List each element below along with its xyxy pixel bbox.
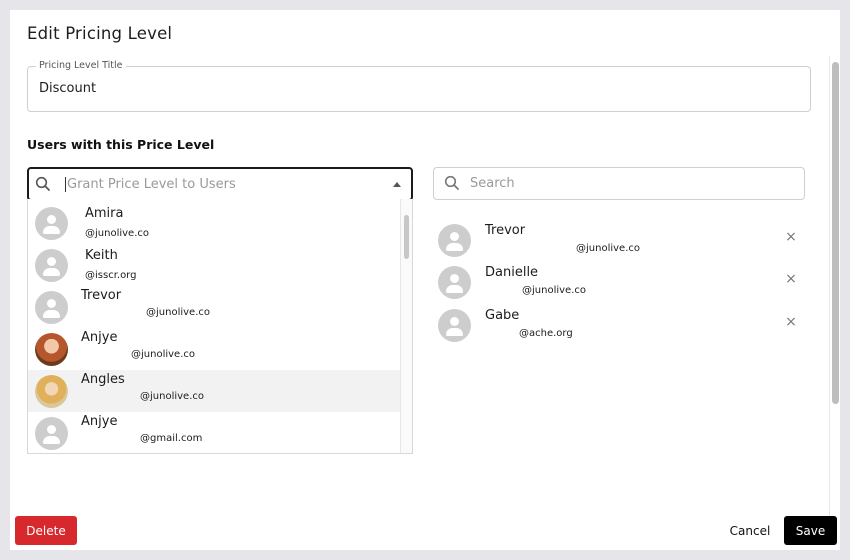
dropdown-scroll-thumb[interactable] [404,215,409,259]
dropdown-option[interactable]: Keith @isscr.org [28,244,401,286]
remove-user-close-icon[interactable]: × [784,271,798,287]
avatar-photo [35,375,68,408]
avatar-photo [35,333,68,366]
edit-pricing-level-modal: Edit Pricing Level Pricing Level Title D… [10,10,840,550]
user-name: Trevor [485,223,526,238]
avatar-default-icon [438,266,471,299]
user-name: Danielle [485,265,539,280]
avatar-default-icon [35,249,68,282]
avatar-default-icon [35,291,68,324]
search-icon [35,176,51,196]
user-row: Trevor @junolive.co × [438,221,798,261]
grant-users-placeholder: Grant Price Level to Users [67,177,236,192]
avatar-default-icon [438,224,471,257]
option-email: @isscr.org [85,270,137,281]
dropdown-option[interactable]: Trevor @junolive.co [28,286,401,328]
avatar-default-icon [438,309,471,342]
option-name: Amira [85,206,124,221]
user-email: @ache.org [519,328,573,339]
user-email: @junolive.co [576,243,640,254]
user-name: Gabe [485,308,520,323]
user-row: Gabe @ache.org × [438,306,798,346]
avatar-default-icon [35,417,68,450]
option-email: @junolive.co [146,307,210,318]
users-search-input[interactable]: Search [433,167,805,200]
pricing-level-title-label: Pricing Level Title [36,60,126,71]
search-placeholder: Search [470,176,515,191]
dropdown-option[interactable]: Amira @junolive.co [28,202,401,244]
grant-users-combobox[interactable]: Grant Price Level to Users [27,167,413,201]
option-email: @gmail.com [140,433,203,444]
pricing-level-title-field[interactable]: Pricing Level Title Discount [27,60,811,112]
remove-user-close-icon[interactable]: × [784,229,798,245]
option-name: Trevor [81,288,122,303]
dropdown-option[interactable]: Anjye @junolive.co [28,328,401,370]
modal-title: Edit Pricing Level [27,24,173,43]
save-button[interactable]: Save [784,516,837,545]
option-email: @junolive.co [131,349,195,360]
search-icon [444,175,460,195]
remove-user-close-icon[interactable]: × [784,314,798,330]
delete-button[interactable]: Delete [15,516,77,545]
dropdown-option[interactable]: Anjye @gmail.com [28,412,401,453]
option-name: Anjye [81,330,118,345]
text-cursor [65,177,66,192]
option-name: Angles [81,372,125,387]
dropdown-scrollbar[interactable] [400,199,412,453]
users-section-label: Users with this Price Level [27,137,215,152]
modal-scrollbar[interactable] [832,62,839,404]
cancel-button[interactable]: Cancel [722,516,778,545]
grant-users-dropdown: Amira @junolive.co Keith @isscr.org Trev… [27,199,413,454]
pricing-level-title-value[interactable]: Discount [39,81,96,96]
dropdown-option-highlighted[interactable]: Angles @junolive.co [28,370,401,412]
modal-scroll-track [829,56,830,516]
user-email: @junolive.co [522,285,586,296]
dropdown-arrow-icon[interactable] [393,182,401,187]
option-email: @junolive.co [85,228,149,239]
option-email: @junolive.co [140,391,204,402]
option-name: Keith [85,248,118,263]
user-row: Danielle @junolive.co × [438,263,798,303]
avatar-default-icon [35,207,68,240]
option-name: Anjye [81,414,118,429]
